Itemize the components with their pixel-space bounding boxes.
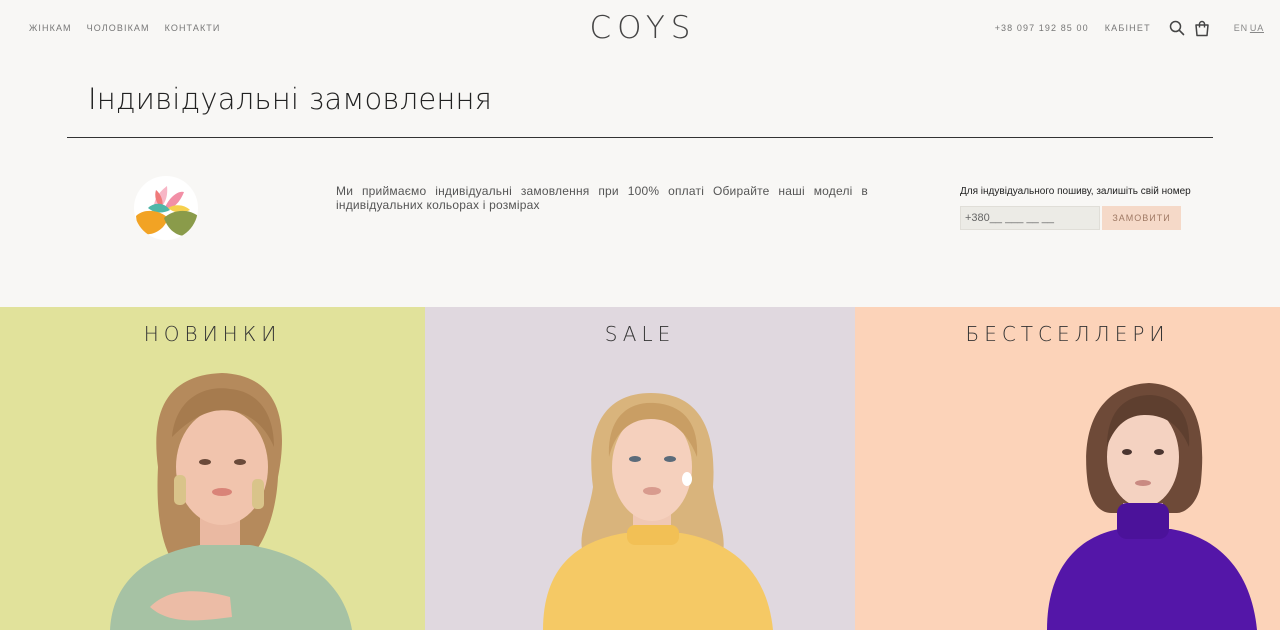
model-photo-sale: [543, 393, 773, 630]
order-form-row: ЗАМОВИТИ: [960, 206, 1192, 230]
search-icon[interactable]: [1168, 19, 1186, 37]
info-text: Ми приймаємо індивідуальні замовлення пр…: [336, 184, 868, 212]
order-button[interactable]: ЗАМОВИТИ: [1102, 206, 1181, 230]
model-photo-new: [110, 373, 352, 630]
header-actions: +38 097 192 85 00 КАБІНЕТ EN UA: [995, 19, 1266, 37]
category-bestsellers-title[interactable]: БЕСТСЕЛЛЕРИ: [855, 322, 1280, 346]
individual-order-form: Для індувідуального пошиву, залишіть сві…: [960, 186, 1192, 230]
brand-emblem-icon: [134, 176, 198, 240]
cabinet-link[interactable]: КАБІНЕТ: [1105, 23, 1151, 33]
category-sale[interactable]: SALE: [425, 307, 855, 630]
category-sale-title[interactable]: SALE: [425, 322, 855, 346]
cart-icon[interactable]: [1193, 19, 1211, 37]
model-photo-bestsellers: [1047, 383, 1257, 630]
site-header: ЖІНКАМ ЧОЛОВІКАМ КОНТАКТИ COYS +38 097 1…: [0, 0, 1280, 56]
lang-ua[interactable]: UA: [1250, 23, 1264, 33]
page-title: Індивідуальні замовлення: [88, 82, 493, 116]
language-switcher: EN UA: [1234, 23, 1266, 33]
order-form-label: Для індувідуального пошиву, залишіть сві…: [960, 186, 1191, 197]
header-phone[interactable]: +38 097 192 85 00: [995, 23, 1089, 33]
title-divider: [67, 137, 1213, 138]
category-bestsellers[interactable]: БЕСТСЕЛЛЕРИ: [855, 307, 1280, 630]
category-new[interactable]: НОВИНКИ: [0, 307, 425, 630]
category-new-title[interactable]: НОВИНКИ: [0, 322, 425, 346]
phone-input[interactable]: [960, 206, 1100, 230]
lang-en[interactable]: EN: [1234, 23, 1248, 33]
category-banners: НОВИНКИ SALE БЕСТСЕЛЛЕРИ: [0, 307, 1280, 630]
